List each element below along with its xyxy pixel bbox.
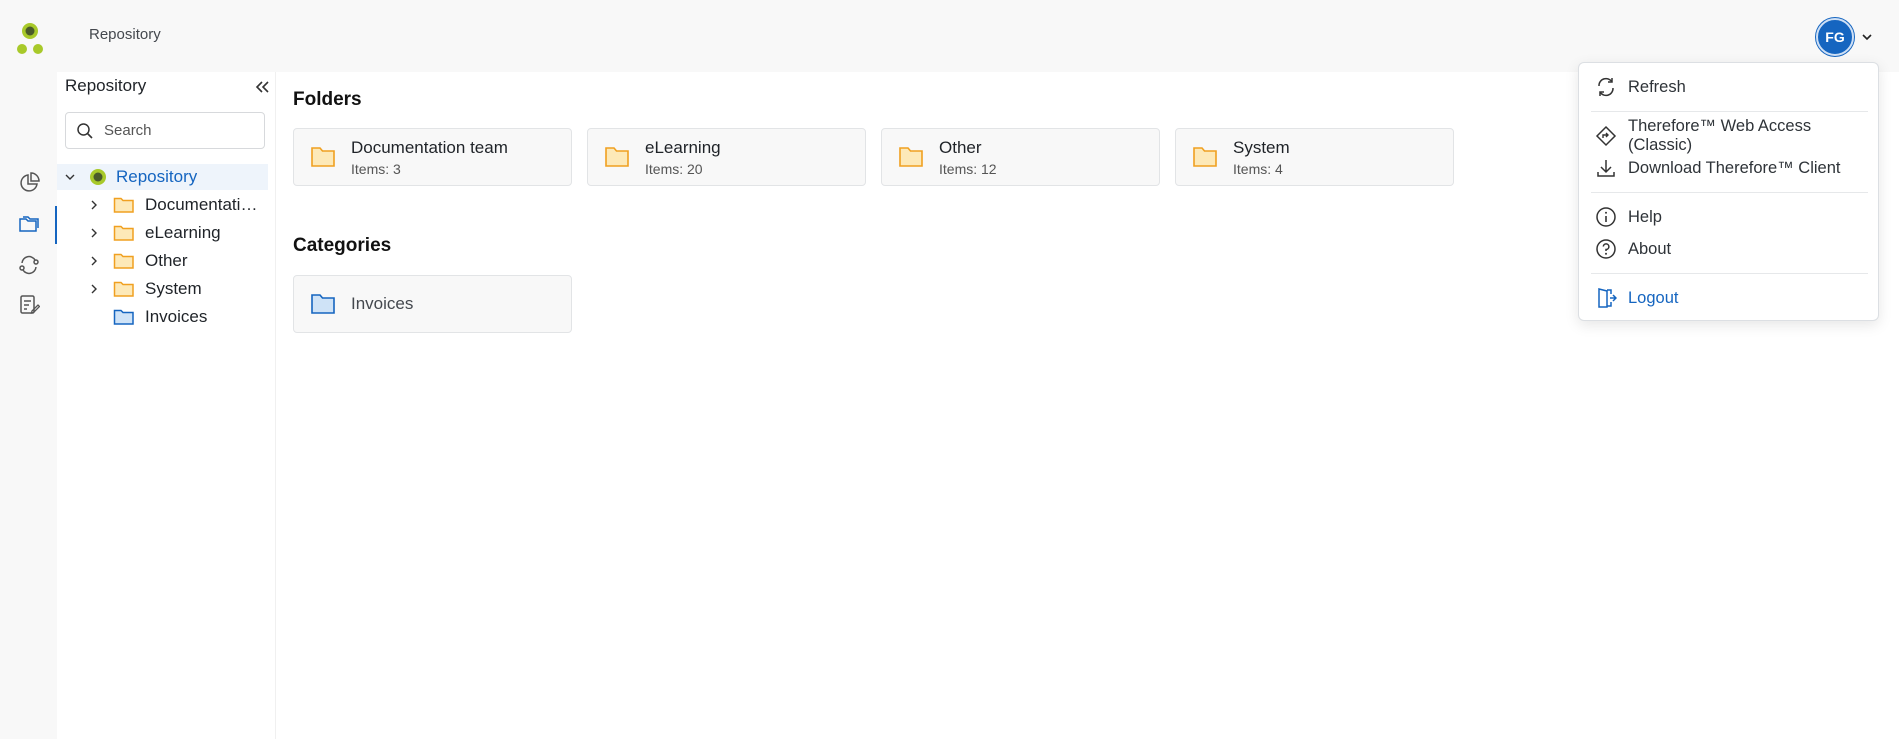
info-icon [1596,207,1616,227]
menu-item-logout[interactable]: Logout [1579,284,1878,312]
logout-icon [1598,288,1617,308]
tree-item-other[interactable]: Other [57,248,268,274]
nav-rail [0,72,57,739]
categories-heading: Categories [293,235,392,256]
menu-divider [1591,192,1868,193]
menu-item-about[interactable]: About [1579,235,1878,263]
folder-name: eLearning [645,138,721,157]
workflow-icon [18,255,39,275]
folder-card-documentation-team[interactable]: Documentation team Items: 3 [293,128,572,186]
rail-item-tasks[interactable] [0,286,57,324]
user-menu-dropdown: Refresh Therefore™ Web Access (Classic) … [1578,62,1879,321]
chevron-down-icon[interactable] [63,170,77,184]
refresh-icon [1598,77,1614,97]
repository-tree-panel: Repository Repository Documentation team [57,72,276,739]
chevron-right-icon[interactable] [87,226,101,240]
tasks-icon [19,295,40,314]
folder-item-count: Items: 12 [939,161,997,177]
folder-icon [113,253,134,269]
category-icon [311,294,335,314]
chevron-right-icon[interactable] [87,282,101,296]
menu-divider [1591,111,1868,112]
folder-icon [113,225,134,241]
folder-name: Other [939,138,982,157]
folder-icon [1193,147,1217,167]
folder-name: Documentation team [351,138,508,157]
repository-folders-icon [18,216,39,232]
rail-item-repository[interactable] [0,206,57,244]
folder-icon [605,147,629,167]
chevron-right-icon[interactable] [87,254,101,268]
category-card-invoices[interactable]: Invoices [293,275,572,333]
folder-icon [311,147,335,167]
folder-item-count: Items: 4 [1233,161,1283,177]
tree-item-repository-root[interactable]: Repository [57,164,268,190]
tree-search-field[interactable] [65,112,265,149]
search-icon [77,122,93,139]
folder-icon [899,147,923,167]
therefore-logo[interactable] [14,22,46,56]
tree-panel-title: Repository [65,76,147,95]
menu-item-refresh[interactable]: Refresh [1579,73,1878,101]
dashboard-icon [19,172,40,192]
chevron-down-icon[interactable] [1860,30,1874,44]
folder-icon [113,197,134,213]
collapse-panel-icon[interactable] [253,78,271,96]
question-icon [1596,239,1616,259]
rail-item-workflow[interactable] [0,246,57,284]
category-name: Invoices [351,294,414,313]
rail-item-dashboard[interactable] [0,164,57,202]
category-icon [113,309,134,325]
folder-item-count: Items: 3 [351,161,401,177]
tree-item-elearning[interactable]: eLearning [57,220,268,246]
folder-name: System [1233,138,1290,157]
user-avatar-button[interactable]: FG [1816,18,1854,56]
folder-icon [113,281,134,297]
search-input[interactable] [104,122,254,139]
folder-card-system[interactable]: System Items: 4 [1175,128,1454,186]
menu-item-download-client[interactable]: Download Therefore™ Client [1579,154,1878,182]
tree-item-documentation-team[interactable]: Documentation team [57,192,268,218]
directions-icon [1595,125,1617,147]
tree-item-system[interactable]: System [57,276,268,302]
menu-divider [1591,273,1868,274]
menu-item-web-access-classic[interactable]: Therefore™ Web Access (Classic) [1579,117,1878,154]
repository-logo-icon [90,169,106,185]
folder-card-other[interactable]: Other Items: 12 [881,128,1160,186]
tree-item-invoices[interactable]: Invoices [57,304,268,330]
folder-card-elearning[interactable]: eLearning Items: 20 [587,128,866,186]
menu-item-help[interactable]: Help [1579,203,1878,231]
chevron-right-icon[interactable] [87,198,101,212]
folder-item-count: Items: 20 [645,161,703,177]
page-title: Repository [89,26,161,43]
folders-heading: Folders [293,89,362,110]
download-icon [1597,160,1615,177]
